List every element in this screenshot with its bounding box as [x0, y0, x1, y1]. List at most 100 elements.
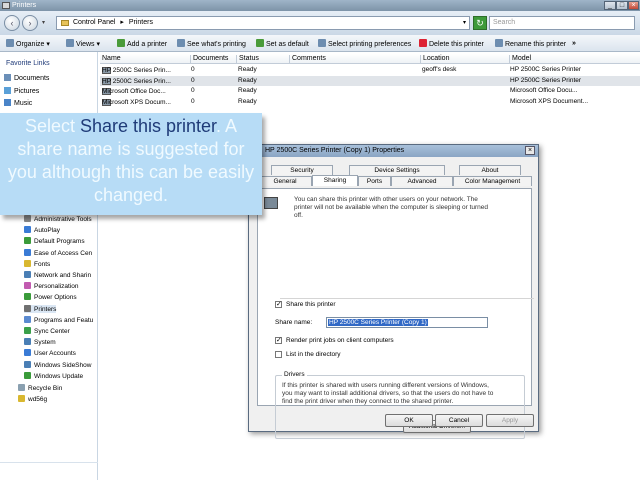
tree-item[interactable]: Power Options: [24, 293, 77, 301]
tree-item[interactable]: System: [24, 338, 56, 346]
column-location[interactable]: Location: [420, 55, 508, 64]
tree-item[interactable]: Windows SideShow: [24, 360, 91, 369]
tab-color-management[interactable]: Color Management: [453, 176, 532, 186]
printer-row[interactable]: Microsoft Office Doc... 0 Ready Microsoft O…: [100, 86, 640, 96]
control-panel-item-icon: [24, 338, 31, 346]
tree-item[interactable]: Printers: [24, 304, 57, 313]
window-titlebar: Printers _ □ ×: [0, 0, 640, 11]
share-name-input[interactable]: HP 2500C Series Printer (Copy 1): [326, 317, 488, 328]
tree-item[interactable]: AutoPlay: [24, 226, 60, 234]
printer-docs: 0: [191, 76, 195, 84]
set-default-button[interactable]: Set as default: [256, 39, 309, 49]
tree-item[interactable]: Network and Sharin: [24, 271, 91, 279]
tutorial-callout: Select Share this printer. A share name …: [0, 113, 262, 215]
tree-item[interactable]: wd56g: [18, 395, 47, 403]
column-status[interactable]: Status: [236, 55, 288, 64]
printer-properties-dialog: HP 2500C Series Printer (Copy 1) Propert…: [248, 144, 539, 439]
tree-item[interactable]: Default Programs: [24, 237, 85, 245]
search-input[interactable]: Search: [489, 16, 635, 30]
tree-item[interactable]: Ease of Access Cen: [24, 248, 92, 257]
control-panel-item-icon: [24, 304, 31, 312]
share-printer-label: Share this printer: [286, 301, 336, 308]
see-printing-button[interactable]: See what's printing: [177, 39, 246, 49]
add-printer-icon: [117, 39, 125, 47]
recent-pages-icon[interactable]: ▾: [42, 19, 45, 26]
column-documents[interactable]: Documents: [190, 55, 235, 64]
shared-printer-icon: [264, 197, 278, 209]
printer-queue-icon: [177, 39, 185, 47]
tree-item[interactable]: Administrative Tools: [24, 215, 92, 223]
back-button[interactable]: ‹: [4, 15, 20, 31]
favorite-pictures[interactable]: Pictures: [4, 87, 39, 95]
printer-model: Microsoft Office Docu...: [510, 87, 578, 94]
dialog-title: HP 2500C Series Printer (Copy 1) Propert…: [265, 147, 405, 154]
tab-advanced[interactable]: Advanced: [391, 176, 453, 186]
refresh-button[interactable]: ↻: [473, 16, 487, 30]
command-toolbar: Organize ▾ Views ▾ Add a printer See wha…: [0, 35, 640, 52]
preferences-icon: [318, 39, 326, 47]
tree-item[interactable]: Sync Center: [24, 327, 70, 335]
printer-row[interactable]: HP 2500C Series Prin... 0 Ready HP 2500C Se…: [100, 75, 640, 86]
check-icon: [256, 39, 264, 47]
printer-model: HP 2500C Series Printer: [510, 76, 582, 84]
organize-button[interactable]: Organize ▾: [6, 39, 50, 49]
minimize-button[interactable]: _: [604, 1, 616, 10]
printer-location: geoff's desk: [422, 66, 457, 73]
tab-ports[interactable]: Ports: [358, 176, 391, 186]
delete-icon: [419, 39, 427, 47]
apply-button[interactable]: Apply: [486, 414, 534, 427]
column-model[interactable]: Model: [509, 55, 640, 64]
printer-row[interactable]: HP 2500C Series Prin... 0 Ready geoff's des…: [100, 65, 640, 75]
breadcrumb-printers[interactable]: Printers: [129, 19, 153, 26]
share-printer-checkbox[interactable]: ✓: [275, 301, 282, 308]
tab-sharing[interactable]: Sharing: [312, 175, 358, 186]
column-name[interactable]: Name: [100, 55, 190, 64]
ok-button[interactable]: OK: [385, 414, 433, 427]
close-button[interactable]: ×: [628, 1, 639, 10]
documents-icon: [4, 74, 11, 81]
tab-device-settings[interactable]: Device Settings: [349, 165, 445, 175]
address-dropdown-icon[interactable]: ▾: [463, 17, 466, 29]
favorite-music[interactable]: Music: [4, 99, 32, 107]
maximize-button[interactable]: □: [616, 1, 628, 10]
render-jobs-checkbox[interactable]: ✓: [275, 337, 282, 344]
forward-button[interactable]: ›: [22, 15, 38, 31]
tab-general[interactable]: General: [258, 176, 312, 186]
tree-item[interactable]: Windows Update: [24, 371, 83, 380]
column-comments[interactable]: Comments: [289, 55, 419, 64]
list-directory-checkbox[interactable]: [275, 351, 282, 358]
printer-status: Ready: [238, 97, 257, 105]
window-title: Printers: [12, 2, 37, 9]
control-panel-item-icon: [24, 226, 31, 234]
tab-about[interactable]: About: [459, 165, 521, 175]
cancel-button[interactable]: Cancel: [435, 414, 483, 427]
printer-model: HP 2500C Series Printer: [510, 66, 582, 73]
favorite-documents[interactable]: Documents: [4, 74, 49, 82]
callout-highlight: Share this printer: [79, 116, 217, 136]
tree-item[interactable]: Fonts: [24, 259, 50, 268]
tab-security[interactable]: Security: [271, 165, 333, 175]
delete-printer-button[interactable]: Delete this printer: [419, 39, 484, 49]
control-panel-item-icon: [24, 215, 31, 222]
callout-text-pre: Select: [24, 116, 80, 136]
printer-docs: 0: [191, 66, 195, 73]
drivers-text: If this printer is shared with users run…: [282, 382, 494, 405]
breadcrumb-control-panel[interactable]: Control Panel: [73, 19, 115, 26]
organize-icon: [6, 39, 14, 47]
column-headers: Name Documents Status Comments Location …: [100, 54, 640, 64]
address-input[interactable]: Control Panel ▸ Printers ▾: [56, 16, 470, 30]
dialog-close-button[interactable]: ×: [525, 146, 535, 155]
drivers-heading: Drivers: [282, 371, 307, 379]
more-commands-button[interactable]: »: [572, 39, 576, 48]
rename-printer-button[interactable]: Rename this printer: [495, 39, 566, 49]
add-printer-button[interactable]: Add a printer: [117, 39, 167, 49]
printer-row[interactable]: Microsoft XPS Docum... 0 Ready Microsoft XP…: [100, 97, 640, 107]
views-button[interactable]: Views ▾: [66, 39, 100, 49]
tree-item[interactable]: Recycle Bin: [18, 384, 62, 392]
control-panel-item-icon: [24, 248, 31, 256]
control-panel-item-icon: [24, 237, 31, 245]
printing-preferences-button[interactable]: Select printing preferences: [318, 39, 411, 49]
tree-item[interactable]: Personalization: [24, 282, 78, 290]
tree-item[interactable]: Programs and Featu: [24, 315, 93, 324]
tree-item[interactable]: User Accounts: [24, 349, 76, 357]
